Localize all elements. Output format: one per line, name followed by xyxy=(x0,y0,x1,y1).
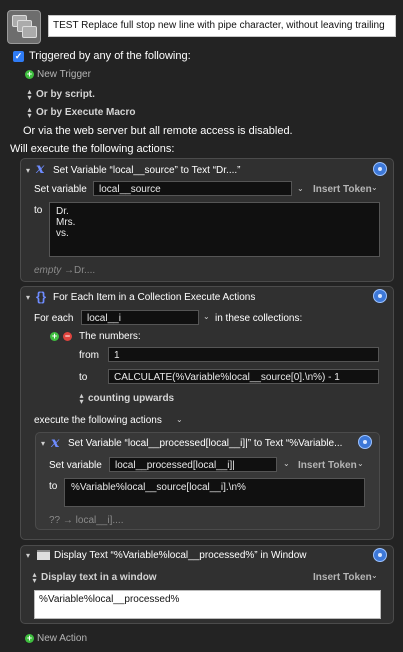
disclosure-triangle[interactable]: ▾ xyxy=(41,439,45,448)
disclosure-triangle[interactable]: ▾ xyxy=(26,166,30,175)
updown-icon[interactable]: ▴ ▾ xyxy=(78,392,85,406)
insert-token-button[interactable]: Insert Token xyxy=(298,460,357,471)
triggered-checkbox[interactable]: ✓ xyxy=(13,51,24,62)
text-line: Mrs. xyxy=(56,217,76,228)
chevron-down-icon[interactable]: ⌄ xyxy=(371,183,378,192)
execute-label: execute the following actions xyxy=(34,415,162,426)
variable-name-field[interactable]: local__source xyxy=(93,181,292,196)
set-variable-label: Set variable xyxy=(49,460,102,471)
updown-icon[interactable]: ▴ ▾ xyxy=(26,106,33,120)
action-title: Set Variable “local__processed[local__i]… xyxy=(68,438,343,449)
preview-line: ?? → local__i].... xyxy=(49,515,124,526)
gear-icon[interactable] xyxy=(373,289,387,303)
to-field[interactable]: CALCULATE(%Variable%local__source[0].\n%… xyxy=(108,369,379,384)
chevron-down-icon[interactable]: ⌄ xyxy=(357,459,364,468)
collection-name: The numbers: xyxy=(79,331,141,342)
to-label: to xyxy=(79,372,88,383)
remove-collection-minus-icon[interactable]: − xyxy=(63,332,72,341)
action-title: For Each Item in a Collection Execute Ac… xyxy=(53,292,256,303)
disclosure-triangle[interactable]: ▾ xyxy=(26,551,30,560)
from-label: from xyxy=(79,350,99,361)
text-line: Dr. xyxy=(56,206,69,217)
loop-variable-field[interactable]: local__i xyxy=(81,310,199,325)
macro-icon[interactable] xyxy=(7,10,41,44)
counting-direction[interactable]: counting upwards xyxy=(88,393,174,404)
display-text-field[interactable]: %Variable%local__processed% xyxy=(34,590,381,619)
add-collection-plus-icon[interactable]: + xyxy=(50,332,59,341)
chevron-down-icon[interactable]: ⌄ xyxy=(283,459,290,468)
updown-icon[interactable]: ▴ ▾ xyxy=(31,571,38,585)
actions-heading: Will execute the following actions: xyxy=(10,143,175,155)
gear-icon[interactable] xyxy=(373,548,387,562)
chevron-down-icon[interactable]: ⌄ xyxy=(203,312,210,321)
new-trigger-plus-icon[interactable]: + xyxy=(25,70,34,79)
to-label: to xyxy=(34,205,43,216)
variable-x-icon: x xyxy=(36,161,45,177)
new-action-plus-icon[interactable]: + xyxy=(25,634,34,643)
updown-icon[interactable]: ▴ ▾ xyxy=(26,88,33,102)
chevron-down-icon[interactable]: ⌄ xyxy=(176,415,183,424)
display-window-icon xyxy=(37,550,50,560)
new-action-link[interactable]: New Action xyxy=(37,633,87,644)
set-variable-label: Set variable xyxy=(34,184,87,195)
preview-line: empty →Dr.... xyxy=(34,265,96,276)
insert-token-button[interactable]: Insert Token xyxy=(313,572,372,583)
variable-x-icon: x xyxy=(51,435,60,451)
or-by-execute-macro[interactable]: Or by Execute Macro xyxy=(36,107,135,118)
web-server-note: Or via the web server but all remote acc… xyxy=(23,125,293,137)
to-label: to xyxy=(49,481,58,492)
macro-name-field[interactable]: TEST Replace full stop new line with pip… xyxy=(48,15,396,37)
or-by-script[interactable]: Or by script. xyxy=(36,89,95,100)
chevron-down-icon[interactable]: ⌄ xyxy=(297,184,304,193)
for-each-label: For each xyxy=(34,313,74,324)
display-mode[interactable]: Display text in a window xyxy=(41,572,157,583)
triggered-label: Triggered by any of the following: xyxy=(29,50,191,62)
from-field[interactable]: 1 xyxy=(108,347,379,362)
collections-label: in these collections: xyxy=(215,313,303,324)
gear-icon[interactable] xyxy=(358,435,372,449)
text-line: vs. xyxy=(56,228,69,239)
text-field[interactable]: Dr. Mrs. vs. xyxy=(49,202,380,257)
disclosure-triangle[interactable]: ▾ xyxy=(26,293,30,302)
braces-icon: {} xyxy=(36,289,47,304)
chevron-down-icon[interactable]: ⌄ xyxy=(371,571,378,580)
variable-name-field[interactable]: local__processed[local__i]| xyxy=(109,457,277,472)
new-trigger-link[interactable]: New Trigger xyxy=(37,69,91,80)
action-title: Set Variable “local__source” to Text “Dr… xyxy=(53,165,241,176)
action-title: Display Text “%Variable%local__processed… xyxy=(54,550,307,561)
text-field[interactable]: %Variable%local__source[local__i].\n% xyxy=(64,478,365,507)
insert-token-button[interactable]: Insert Token xyxy=(313,184,372,195)
gear-icon[interactable] xyxy=(373,162,387,176)
